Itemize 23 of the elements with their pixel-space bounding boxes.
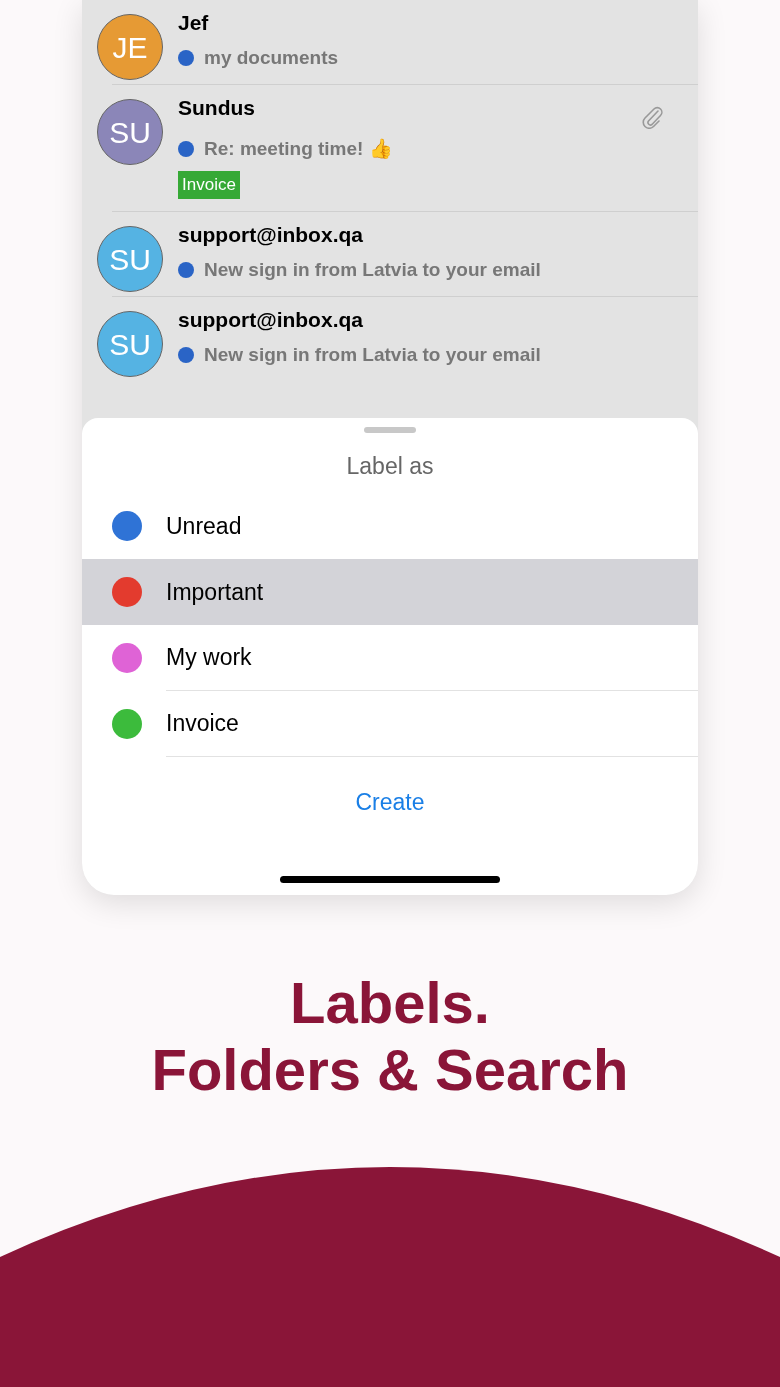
label-name: Invoice (166, 709, 239, 739)
headline-text: Labels. (290, 969, 490, 1036)
sender-name: support@inbox.qa (178, 222, 363, 248)
sender-name: support@inbox.qa (178, 307, 363, 333)
avatar: JE (97, 14, 163, 80)
avatar: SU (97, 99, 163, 165)
label-name: Important (166, 577, 264, 607)
label-name: Unread (166, 511, 242, 541)
drag-handle[interactable] (364, 427, 416, 433)
sender-name: Jef (178, 10, 209, 36)
message-subject: New sign in from Latvia to your email (204, 343, 541, 367)
create-button[interactable]: Create (347, 785, 433, 820)
message-subject: my documents (204, 46, 339, 70)
headline-text: Folders & Search (151, 1036, 629, 1103)
message-subject: Re: meeting time! 👍 (204, 137, 393, 161)
sender-name: Sundus (178, 95, 255, 121)
label-name: My work (166, 643, 252, 673)
avatar: SU (97, 226, 163, 292)
avatar: SU (97, 311, 163, 377)
label-option[interactable]: Important (82, 559, 698, 625)
sheet-title: Label as (346, 452, 434, 481)
label-tag: Invoice (178, 171, 240, 199)
message-subject: New sign in from Latvia to your email (204, 258, 541, 282)
